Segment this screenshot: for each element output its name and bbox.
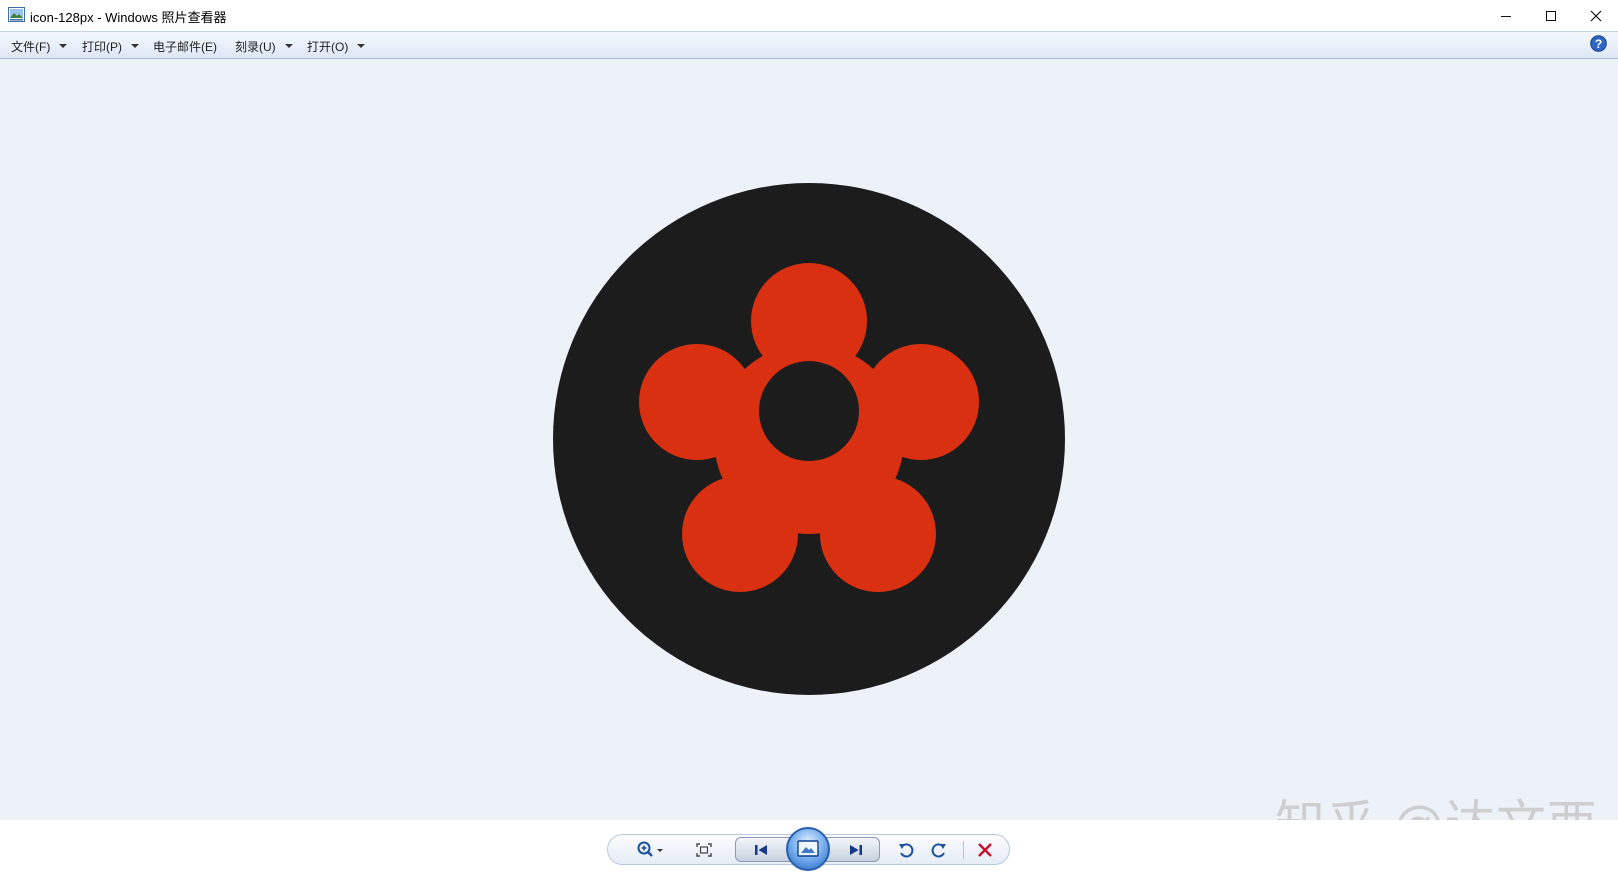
flower-center <box>759 361 859 461</box>
next-button[interactable] <box>840 839 872 861</box>
delete-button[interactable] <box>973 839 997 861</box>
next-icon <box>850 845 862 855</box>
menu-file-label: 文件(F) <box>11 39 51 54</box>
close-button[interactable] <box>1573 0 1618 31</box>
toolbar-separator <box>963 841 964 859</box>
fit-window-icon <box>696 843 712 857</box>
maximize-button[interactable] <box>1528 0 1573 31</box>
previous-icon <box>755 845 767 855</box>
menu-open[interactable]: 打开(O) <box>307 37 366 55</box>
rotate-left-icon <box>899 843 914 858</box>
chevron-down-icon <box>59 44 68 48</box>
fit-window-button[interactable] <box>691 839 717 861</box>
rotate-right-icon <box>931 843 946 858</box>
menu-email-label: 电子邮件(E) <box>153 39 217 54</box>
minimize-icon <box>1500 15 1511 17</box>
rotate-left-button[interactable] <box>894 839 918 861</box>
menu-print[interactable]: 打印(P) <box>82 37 139 55</box>
window-title: icon-128px - Windows 照片查看器 <box>30 10 227 25</box>
chevron-down-icon <box>357 44 366 48</box>
chevron-down-icon <box>131 44 139 48</box>
rotate-right-button[interactable] <box>927 839 951 861</box>
svg-text:?: ? <box>1595 37 1602 51</box>
zoom-icon <box>637 841 663 857</box>
maximize-icon <box>1545 10 1556 21</box>
slideshow-icon <box>797 840 819 857</box>
title-bar: icon-128px - Windows 照片查看器 <box>0 0 1618 31</box>
zoom-button[interactable] <box>633 838 669 862</box>
help-icon[interactable]: ? <box>1590 35 1607 52</box>
menu-open-label: 打开(O) <box>307 39 349 54</box>
chevron-down-icon <box>284 44 293 48</box>
displayed-image <box>553 183 1065 695</box>
menu-file[interactable]: 文件(F) <box>11 37 68 55</box>
delete-icon <box>978 843 992 857</box>
minimize-button[interactable] <box>1483 0 1528 31</box>
photo-viewer-app-icon <box>8 7 25 22</box>
close-icon <box>1590 10 1601 21</box>
slideshow-button[interactable] <box>786 827 830 871</box>
menu-print-label: 打印(P) <box>82 39 122 54</box>
menu-burn-label: 刻录(U) <box>235 39 276 54</box>
menu-burn[interactable]: 刻录(U) <box>235 37 293 55</box>
previous-button[interactable] <box>745 839 777 861</box>
menu-bar: 文件(F) 打印(P) 电子邮件(E) 刻录(U) 打开(O) <box>0 31 1618 59</box>
menu-email[interactable]: 电子邮件(E) <box>153 37 217 55</box>
